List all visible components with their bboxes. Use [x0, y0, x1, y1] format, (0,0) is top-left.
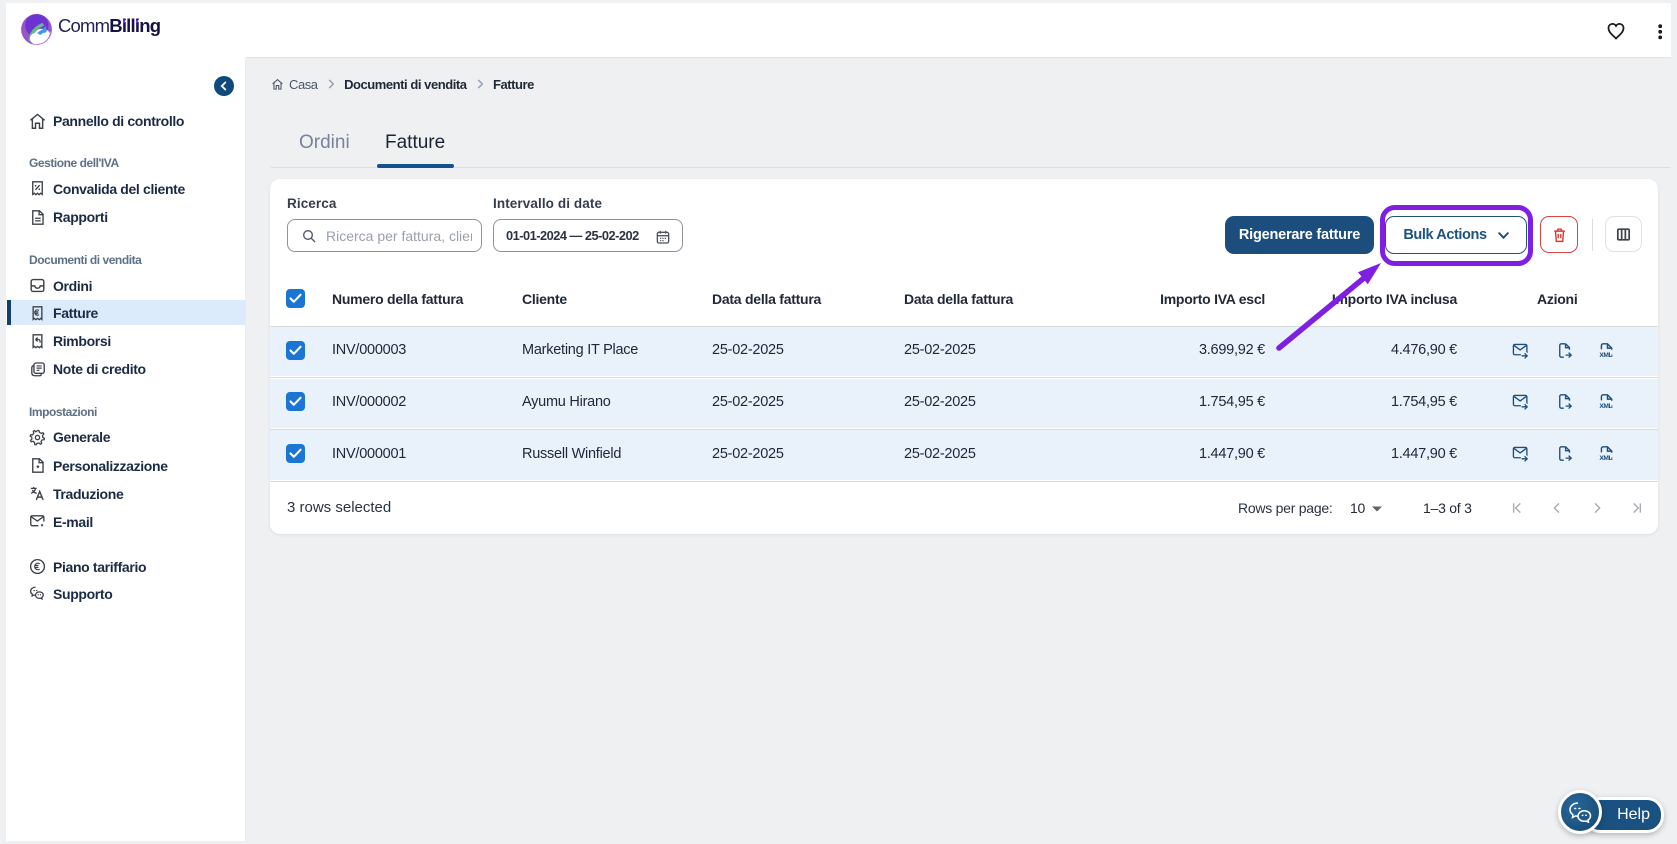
svg-text:XML: XML	[1599, 455, 1612, 462]
svg-text:XML: XML	[1599, 352, 1612, 359]
svg-text:XML: XML	[1599, 404, 1612, 411]
